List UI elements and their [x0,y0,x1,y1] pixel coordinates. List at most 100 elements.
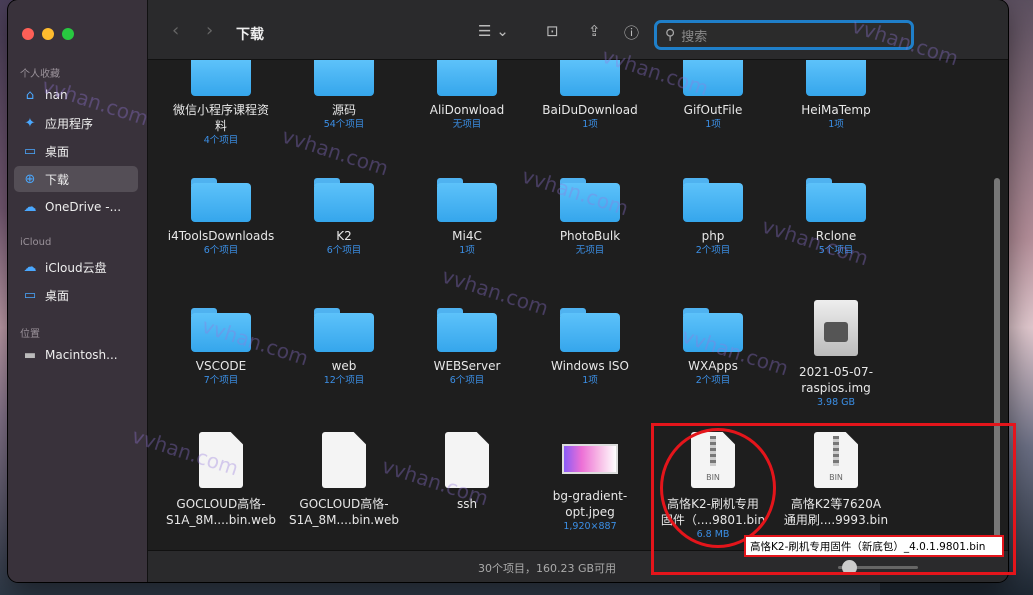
folder-item[interactable]: web 12个项目 [284,308,404,387]
sidebar-item-desktop[interactable]: ▭ 桌面 [14,138,138,164]
locations-title: 位置 [20,329,40,340]
file-item[interactable]: 2021-05-07- raspios.img 3.98 GB [776,300,896,409]
home-icon: ⌂ [25,87,35,103]
folder-item[interactable]: 微信小程序课程资 料 4个项目 [161,60,281,147]
item-name: i4ToolsDownloads [167,229,275,243]
item-name-line2: raspios.img [801,381,871,395]
item-info: 12个项目 [323,375,365,386]
file-item[interactable]: bg-gradient- opt.jpeg 1,920×887 [530,432,650,533]
item-info: 6个项目 [449,375,485,386]
favorites-title: 个人收藏 [20,69,60,80]
file-item[interactable]: GOCLOUD高恪- S1A_8M....bin.web [161,432,281,528]
sidebar-item-label: 桌面 [45,288,70,303]
folder-icon [683,178,743,222]
folder-icon [314,308,374,352]
item-name-line2: opt.jpeg [565,505,615,519]
folder-item[interactable]: 源码 54个项目 [284,60,404,131]
sidebar-item-onedrive[interactable]: ☁ OneDrive -... [14,194,138,220]
document-icon [322,432,366,488]
disk-icon: ▬ [23,347,37,363]
desktop-icon: ▭ [23,287,37,303]
item-info: 54个项目 [323,119,365,130]
folder-item[interactable]: i4ToolsDownloads 6个项目 [161,178,281,257]
folder-item[interactable]: GifOutFile 1项 [653,60,773,131]
folder-item[interactable]: PhotoBulk 无项目 [530,178,650,257]
search-field[interactable]: ⚲ 搜索 [654,20,914,50]
file-item[interactable]: GOCLOUD高恪- S1A_8M....bin.web [284,432,404,528]
item-info: 1项 [582,375,598,386]
sidebar-item-macintosh[interactable]: ▬ Macintosh... [14,342,138,368]
cloud-icon: ☁ [23,259,37,275]
sidebar-item-icloud-desktop[interactable]: ▭ 桌面 [14,282,138,308]
item-info: 2个项目 [695,375,731,386]
zoom-button[interactable] [62,28,74,40]
item-name: bg-gradient- [552,489,628,503]
folder-item[interactable]: Rclone 5个项目 [776,178,896,257]
folder-icon [560,60,620,96]
item-name: 2021-05-07- [798,365,874,379]
item-name: GOCLOUD高恪- [176,497,266,511]
item-name: Rclone [815,229,857,243]
folder-icon [806,178,866,222]
folder-item[interactable]: HeiMaTemp 1项 [776,60,896,131]
sidebar-item-label: 桌面 [45,144,70,159]
sidebar-item-label: iCloud云盘 [45,260,107,275]
forward-button[interactable]: › [206,20,213,41]
image-thumbnail [562,444,618,474]
item-name: WEBServer [433,359,501,373]
folder-item[interactable]: K2 6个项目 [284,178,404,257]
file-item[interactable]: ssh [407,432,527,512]
sidebar-item-han[interactable]: ⌂ han [14,82,138,108]
folder-icon [314,178,374,222]
folder-item[interactable]: Windows ISO 1项 [530,308,650,387]
item-info: 1项 [828,119,844,130]
folder-item[interactable]: BaiDuDownload 1项 [530,60,650,131]
minimize-button[interactable] [42,28,54,40]
sidebar: 个人收藏 ⌂ han ✦ 应用程序 ▭ 桌面 ⊕ 下载 ☁ OneDrive -… [8,0,148,582]
item-name: Windows ISO [551,359,629,373]
downloads-icon: ⊕ [24,171,36,187]
folder-item[interactable]: AliDonwload 无项目 [407,60,527,131]
folder-icon [560,308,620,352]
item-info: 1,920×887 [563,521,617,532]
folder-item[interactable]: VSCODE 7个项目 [161,308,281,387]
folder-icon [191,60,251,96]
item-name: 源码 [331,103,356,117]
sidebar-item-label: 下载 [45,172,70,187]
sidebar-item-icloud-drive[interactable]: ☁ iCloud云盘 [14,254,138,280]
item-name: Mi4C [452,229,482,243]
view-options-icon[interactable]: ☰ ⌄ [478,22,509,40]
applications-icon: ✦ [24,115,36,131]
sidebar-item-downloads[interactable]: ⊕ 下载 [14,166,138,192]
folder-icon [437,60,497,96]
sidebar-item-applications[interactable]: ✦ 应用程序 [14,110,138,136]
item-name: HeiMaTemp [801,103,871,117]
folder-item[interactable]: WXApps 2个项目 [653,308,773,387]
document-icon [199,432,243,488]
item-name: PhotoBulk [559,229,621,243]
item-name: php [701,229,725,243]
item-name: WXApps [688,359,738,373]
folder-item[interactable]: WEBServer 6个项目 [407,308,527,387]
folder-icon [314,60,374,96]
folder-icon [806,60,866,96]
item-name-line2: S1A_8M....bin.web [166,513,276,527]
info-icon[interactable]: ⓘ [624,22,639,43]
cloud-icon: ☁ [23,199,37,215]
item-info: 5个项目 [818,245,854,256]
item-info: 6个项目 [326,245,362,256]
share-icon[interactable]: ⇪ [588,22,601,40]
folder-icon [560,178,620,222]
item-info: 6个项目 [203,245,239,256]
item-name: GifOutFile [683,103,743,117]
back-button[interactable]: ‹ [172,20,179,41]
item-name: K2 [336,229,352,243]
folder-item[interactable]: Mi4C 1项 [407,178,527,257]
toolbar: ‹ › 下载 ☰ ⌄ ⊡ ⇪ ⓘ ⚲ 搜索 [148,0,1008,60]
search-placeholder: 搜索 [681,29,708,45]
item-info: 1项 [582,119,598,130]
status-text: 30个项目，160.23 GB可用 [478,562,617,575]
close-button[interactable] [22,28,34,40]
new-folder-icon[interactable]: ⊡ [546,22,559,40]
folder-item[interactable]: php 2个项目 [653,178,773,257]
